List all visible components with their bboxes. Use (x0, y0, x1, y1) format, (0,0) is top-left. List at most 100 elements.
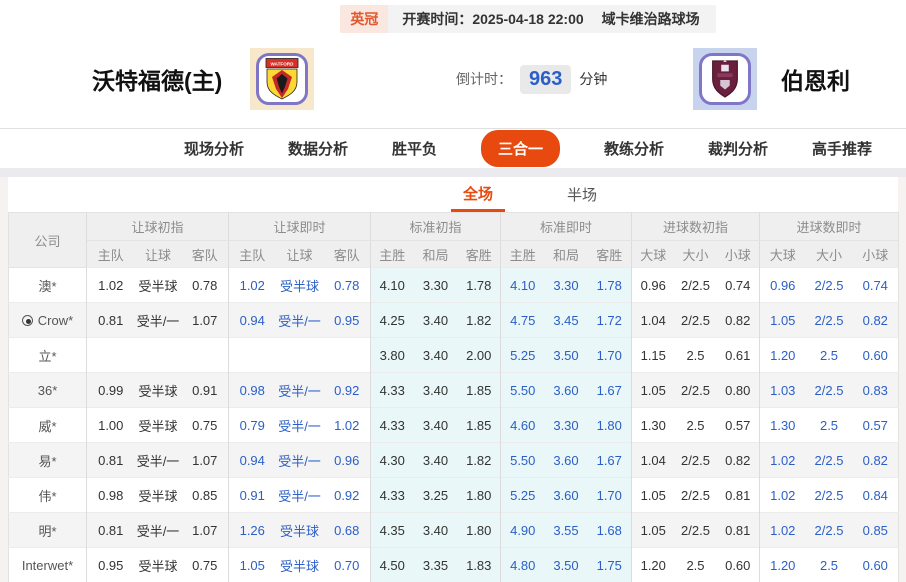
table-row: Interwet* 0.95 受半球 0.75 1.05 受半球 0.70 4.50 3.35 1… (8, 547, 899, 582)
odds-cell: 0.81 (716, 477, 760, 513)
table-row: 立* 3.80 3.40 2.00 5.25 3.50 1.70 1.15 2.5 0.61 1.2… (8, 337, 899, 373)
odds-cell: 0.98 (228, 372, 276, 408)
tab-live-analysis[interactable]: 现场分析 (184, 138, 244, 159)
table-row: 36* 0.99 受半球 0.91 0.98 受半/一 0.92 4.33 3.40 1.85 5.… (8, 372, 899, 408)
odds-cell: 受半球 (275, 547, 324, 582)
odds-cell: 0.74 (852, 267, 899, 303)
company-cell[interactable]: 威* (8, 407, 87, 443)
odds-cell: 1.15 (631, 337, 675, 373)
odds-cell: 1.78 (587, 267, 632, 303)
table-header-columns: 主队 让球 客队 主队 让球 客队 主胜 和局 客胜 主胜 和局 客胜 大球 大… (9, 240, 899, 268)
company-cell[interactable]: Crow* (8, 302, 87, 338)
odds-cell: 0.82 (716, 302, 760, 338)
group-handicap-initial: 让球初指 (86, 212, 229, 241)
odds-cell: 1.72 (587, 302, 632, 338)
odds-cell: 1.07 (181, 302, 229, 338)
odds-cell: 1.05 (631, 477, 675, 513)
odds-cell: 0.61 (716, 337, 760, 373)
odds-cell: 2/2.5 (805, 442, 853, 478)
odds-cell: 3.40 (413, 442, 458, 478)
group-standard-live: 标准即时 (500, 212, 632, 241)
odds-cell: 4.75 (500, 302, 545, 338)
tab-coach-analysis[interactable]: 教练分析 (604, 138, 664, 159)
odds-cell: 1.26 (228, 512, 276, 548)
col-header: 和局 (413, 240, 458, 268)
tab-expert-picks[interactable]: 高手推荐 (812, 138, 872, 159)
odds-cell: 0.92 (323, 477, 371, 513)
company-cell[interactable]: 36* (8, 372, 87, 408)
odds-cell: 3.60 (544, 372, 588, 408)
company-cell[interactable]: 易* (8, 442, 87, 478)
svg-text:WATFORD: WATFORD (271, 61, 295, 66)
odds-cell: 4.10 (500, 267, 545, 303)
odds-cell: 0.81 (86, 442, 135, 478)
odds-cell: 受半球 (275, 512, 324, 548)
odds-cell: 受半/一 (275, 302, 324, 338)
odds-cell: 1.03 (759, 372, 806, 408)
odds-cell: 3.50 (544, 547, 588, 582)
odds-cell: 3.40 (413, 302, 458, 338)
odds-cell: 1.02 (759, 442, 806, 478)
tab-full-time[interactable]: 全场 (450, 177, 505, 212)
odds-cell: 2/2.5 (805, 302, 853, 338)
odds-cell: 2/2.5 (674, 442, 717, 478)
odds-panel: 全场 半场 公司 让球初指 让球即时 标准初指 标准即时 进球数初指 进球数即时 (8, 177, 900, 582)
tab-win-draw-lose[interactable]: 胜平负 (392, 138, 437, 159)
odds-table-body: 澳* 1.02 受半球 0.78 1.02 受半球 0.78 4.10 3.30 1.78 4.10… (8, 267, 899, 582)
odds-cell: 3.30 (544, 407, 588, 443)
odds-cell: 受半/一 (275, 372, 324, 408)
col-header: 主胜 (500, 240, 545, 268)
odds-cell: 1.07 (181, 442, 229, 478)
company-cell[interactable]: 明* (8, 512, 87, 548)
odds-cell: 0.95 (86, 547, 135, 582)
odds-cell: 受半/一 (134, 442, 182, 478)
odds-table: 公司 让球初指 让球即时 标准初指 标准即时 进球数初指 进球数即时 主队 让球… (8, 212, 900, 582)
odds-cell (323, 337, 371, 373)
odds-cell: 0.91 (181, 372, 229, 408)
odds-cell: 5.25 (500, 337, 545, 373)
tab-half-time[interactable]: 半场 (555, 177, 609, 212)
col-header: 小球 (716, 240, 760, 268)
company-header: 公司 (8, 212, 87, 268)
odds-cell: 1.80 (457, 477, 501, 513)
odds-cell: 1.75 (587, 547, 632, 582)
company-cell[interactable]: 伟* (8, 477, 87, 513)
odds-cell: 0.74 (716, 267, 760, 303)
odds-cell: 受半球 (134, 407, 182, 443)
company-cell[interactable]: 澳* (8, 267, 87, 303)
odds-cell: 4.33 (370, 407, 414, 443)
odds-cell: 0.75 (181, 547, 229, 582)
odds-cell: 受半球 (275, 267, 324, 303)
col-header: 大球 (759, 240, 806, 268)
odds-cell: 0.92 (323, 372, 371, 408)
odds-cell: 2/2.5 (674, 302, 717, 338)
tab-data-analysis[interactable]: 数据分析 (288, 138, 348, 159)
home-team-logo: WATFORD (250, 48, 315, 110)
odds-cell: 2/2.5 (805, 512, 853, 548)
odds-cell: 0.91 (228, 477, 276, 513)
col-header: 客胜 (587, 240, 632, 268)
odds-cell: 0.81 (86, 512, 135, 548)
countdown-value: 963 (519, 64, 572, 94)
company-cell[interactable]: 立* (8, 337, 87, 373)
odds-cell: 0.57 (852, 407, 899, 443)
league-badge[interactable]: 英冠 (340, 5, 389, 33)
odds-cell: 0.82 (852, 302, 899, 338)
tab-referee-analysis[interactable]: 裁判分析 (708, 138, 768, 159)
tab-three-in-one[interactable]: 三合一 (480, 130, 560, 167)
countdown-unit: 分钟 (579, 71, 608, 87)
odds-cell: 3.60 (544, 442, 588, 478)
odds-cell: 0.79 (228, 407, 276, 443)
odds-cell: 受半球 (134, 372, 182, 408)
company-cell[interactable]: Interwet* (8, 547, 87, 582)
odds-cell: 0.83 (852, 372, 899, 408)
odds-cell: 1.83 (457, 547, 501, 582)
away-team-name: 伯恩利 (781, 68, 850, 94)
odds-cell: 受半/一 (275, 407, 324, 443)
odds-cell: 0.70 (323, 547, 371, 582)
watford-crest-icon: WATFORD (265, 58, 299, 100)
odds-cell: 1.02 (323, 407, 371, 443)
odds-cell: 1.02 (228, 267, 276, 303)
odds-cell: 4.30 (370, 442, 414, 478)
odds-cell: 2/2.5 (805, 267, 853, 303)
